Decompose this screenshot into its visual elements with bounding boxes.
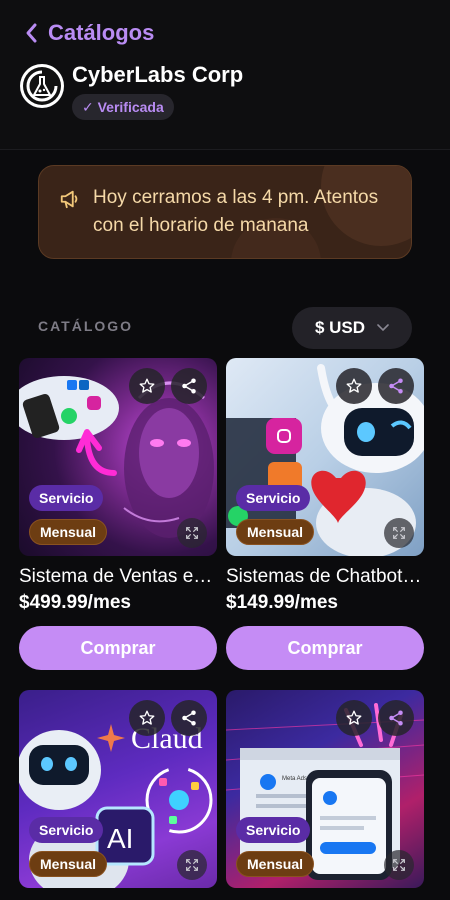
expand-icon — [393, 859, 405, 871]
currency-label: $ USD — [314, 318, 366, 337]
expand-button[interactable] — [384, 518, 414, 548]
product-card[interactable]: Claud AI Servicio Mensual — [19, 690, 217, 888]
product-price: $499.99/mes — [19, 592, 131, 613]
share-icon — [389, 378, 403, 394]
billing-tag: Mensual — [236, 519, 315, 545]
expand-button[interactable] — [177, 518, 207, 548]
header: Catálogos CyberLabs Corp ✓ Verificada — [0, 0, 450, 150]
share-button[interactable] — [171, 368, 207, 404]
share-button[interactable] — [378, 700, 414, 736]
verified-badge: ✓ Verificada — [72, 94, 174, 120]
notice-banner: Hoy cerramos a las 4 pm. Atentos con el … — [38, 165, 412, 259]
share-icon — [182, 378, 196, 394]
product-price: $149.99/mes — [226, 592, 338, 613]
billing-tag: Mensual — [29, 851, 108, 877]
product-card[interactable]: Servicio Mensual Sistemas de Chatbot… $1… — [226, 358, 424, 670]
share-button[interactable] — [378, 368, 414, 404]
product-image[interactable]: Meta Ads Manager Servicio Mensual — [226, 690, 424, 888]
expand-button[interactable] — [177, 850, 207, 880]
product-card[interactable]: Meta Ads Manager Servicio Mensual — [226, 690, 424, 888]
back-button[interactable]: Catálogos — [24, 20, 154, 46]
service-tag: Servicio — [236, 817, 311, 843]
star-icon — [139, 378, 155, 393]
megaphone-icon — [60, 190, 78, 209]
star-icon — [346, 710, 362, 725]
expand-button[interactable] — [384, 850, 414, 880]
product-card[interactable]: Servicio Mensual Sistema de Ventas e… $4… — [19, 358, 217, 670]
product-image[interactable]: Servicio Mensual — [226, 358, 424, 556]
sparkle-icon — [97, 724, 125, 752]
billing-tag: Mensual — [236, 851, 315, 877]
chevron-down-icon — [377, 324, 389, 332]
favorite-button[interactable] — [336, 368, 372, 404]
favorite-button[interactable] — [129, 368, 165, 404]
star-icon — [346, 378, 362, 393]
flask-logo-icon — [23, 67, 61, 105]
product-image[interactable]: Servicio Mensual — [19, 358, 217, 556]
currency-selector[interactable]: $ USD — [292, 307, 412, 349]
company-logo — [20, 64, 64, 108]
star-icon — [139, 710, 155, 725]
share-icon — [182, 710, 196, 726]
product-name[interactable]: Sistemas de Chatbot… — [226, 566, 424, 588]
share-button[interactable] — [171, 700, 207, 736]
favorite-button[interactable] — [129, 700, 165, 736]
service-tag: Servicio — [236, 485, 311, 511]
product-name[interactable]: Sistema de Ventas e… — [19, 566, 217, 588]
section-title: CATÁLOGO — [38, 318, 134, 334]
chevron-left-icon — [26, 23, 37, 43]
buy-button[interactable]: Comprar — [19, 626, 217, 670]
favorite-button[interactable] — [336, 700, 372, 736]
back-label: Catálogos — [48, 20, 155, 45]
buy-button[interactable]: Comprar — [226, 626, 424, 670]
billing-tag: Mensual — [29, 519, 108, 545]
expand-icon — [393, 527, 405, 539]
share-icon — [389, 710, 403, 726]
notice-text: Hoy cerramos a las 4 pm. Atentos con el … — [93, 187, 379, 236]
service-tag: Servicio — [29, 485, 104, 511]
service-tag: Servicio — [29, 817, 104, 843]
expand-icon — [186, 527, 198, 539]
company-name: CyberLabs Corp — [72, 62, 244, 87]
expand-icon — [186, 859, 198, 871]
product-image[interactable]: Claud AI Servicio Mensual — [19, 690, 217, 888]
ai-badge-text: AI — [107, 823, 133, 854]
